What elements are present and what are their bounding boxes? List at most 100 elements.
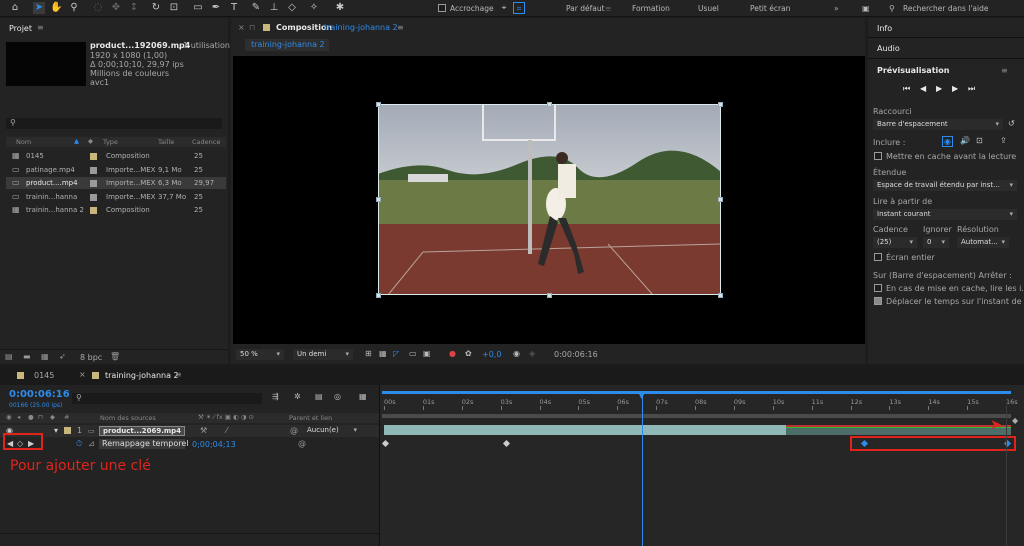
first-frame-icon[interactable]: ⏮	[903, 84, 910, 94]
panels-icon[interactable]: ▣	[862, 4, 870, 13]
workspace-usuel[interactable]: Usuel	[698, 4, 719, 13]
zoom-tool-icon[interactable]: ⚲	[68, 2, 80, 14]
comp-viewer[interactable]	[233, 56, 865, 344]
project-item[interactable]: ▦ trainin...hanna 2 Composition 25	[6, 204, 226, 216]
audio-tab[interactable]: Audio	[877, 44, 900, 53]
column-parent[interactable]: Parent et lien	[289, 414, 332, 422]
workspace-petit-ecran[interactable]: Petit écran	[750, 4, 790, 13]
workspace-more-icon[interactable]: »	[834, 4, 839, 13]
label-tag-icon[interactable]: ◆	[88, 137, 93, 145]
audio-include-icon[interactable]: 🔊	[960, 136, 970, 145]
project-panel-title[interactable]: Projet	[9, 24, 32, 33]
time-ruler[interactable]: 00s 01s 02s 03s 04s 05s 06s 07s 08s 09s 10s 11s 12s 1…	[380, 396, 1024, 410]
lire-dropdown[interactable]: Instant courant	[873, 209, 1017, 220]
transform-handle[interactable]	[718, 197, 723, 202]
snapshot-icon[interactable]: ◉	[513, 349, 520, 358]
timeline-graph[interactable]: 00s 01s 02s 03s 04s 05s 06s 07s 08s 09s 10s 11s 12s 1…	[380, 385, 1024, 546]
graph-icon[interactable]: ⊿	[88, 439, 95, 448]
column-type[interactable]: Type	[103, 138, 118, 146]
keyframe[interactable]	[502, 439, 511, 448]
previous-frame-icon[interactable]: ◀	[920, 84, 926, 93]
close-tab-icon[interactable]: ×	[238, 23, 245, 32]
project-item[interactable]: ▭ product....mp4 Importe...MEX 6,3 Mo 29,97	[6, 177, 226, 189]
project-item[interactable]: ▭ trainin...hanna Importe...MEX 37,7 Mo 25	[6, 191, 226, 203]
panel-menu-icon[interactable]: ≡	[1001, 66, 1008, 75]
sort-arrow-icon[interactable]: ▲	[74, 137, 79, 145]
workspace-formation[interactable]: Formation	[632, 4, 670, 13]
move-checkbox[interactable]	[874, 297, 882, 305]
playhead-handle-icon[interactable]: ▼	[638, 391, 645, 401]
transform-handle[interactable]	[547, 102, 552, 107]
close-tab-icon[interactable]: ×	[79, 370, 86, 379]
panel-menu-icon[interactable]: ≡	[37, 23, 44, 32]
brush-tool-icon[interactable]: ✎	[250, 2, 262, 14]
selection-tool-icon[interactable]: ➤	[33, 2, 45, 14]
export-icon[interactable]: ⇪	[1000, 136, 1007, 145]
orbit-tool-icon[interactable]: ◌	[92, 2, 104, 14]
transform-handle[interactable]	[718, 102, 723, 107]
eraser-tool-icon[interactable]: ◇	[286, 2, 298, 14]
pickwhip-icon[interactable]: @	[298, 439, 306, 448]
comp-breadcrumb[interactable]: training-johanna 2	[245, 39, 329, 51]
etendue-dropdown[interactable]: Espace de travail étendu par inst...	[873, 180, 1017, 191]
snap-icon[interactable]: ⌖	[498, 2, 510, 14]
transform-handle[interactable]	[376, 197, 381, 202]
comp-tab-menu-icon[interactable]: ≡	[397, 23, 404, 32]
motion-blur-icon[interactable]: ◎	[334, 392, 341, 401]
next-frame-icon[interactable]: ▶	[952, 84, 958, 93]
ecran-checkbox[interactable]	[874, 253, 882, 261]
stopwatch-icon[interactable]: ⏱	[76, 439, 82, 449]
column-size[interactable]: Taille	[158, 138, 174, 146]
workspace-par-defaut[interactable]: Par défaut	[566, 4, 605, 13]
transform-handle[interactable]	[376, 102, 381, 107]
trash-icon[interactable]: 🗑	[110, 352, 120, 361]
cadence-dropdown[interactable]: (25)	[873, 237, 917, 248]
type-tool-icon[interactable]: T	[228, 2, 240, 14]
transform-handle[interactable]	[547, 293, 552, 298]
draft-3d-icon[interactable]: ✲	[294, 392, 301, 401]
accrochage-checkbox[interactable]	[438, 4, 446, 12]
project-item[interactable]: ▭ patinage.mp4 Importe...MEX 9,1 Mo 25	[6, 164, 226, 176]
transform-handle[interactable]	[718, 293, 723, 298]
timeline-tab-training[interactable]: training-johanna 2	[105, 371, 179, 380]
zoom-dropdown[interactable]: 50 %	[236, 349, 284, 360]
column-rate[interactable]: Cadence	[192, 138, 220, 146]
overlay-include-icon[interactable]: ⊡	[976, 136, 983, 145]
timeline-search-input[interactable]: ⚲	[72, 393, 262, 404]
project-item[interactable]: ▦ 0145 Composition 25	[6, 150, 226, 162]
show-snapshot-icon[interactable]: ◈	[529, 349, 535, 358]
fast-preview-icon[interactable]: ⊞	[365, 349, 372, 358]
pan-tool-icon[interactable]: ✥	[110, 2, 122, 14]
transparency-grid-icon[interactable]: ▦	[379, 349, 387, 358]
comp-tab-name[interactable]: training-johanna 2	[324, 23, 398, 32]
cache2-checkbox[interactable]	[874, 284, 882, 292]
shy-switch-icon[interactable]: ⚒	[200, 426, 207, 435]
layer-bar[interactable]	[384, 425, 786, 435]
help-search-input[interactable]: Rechercher dans l'aide	[903, 4, 988, 13]
column-name[interactable]: Nom	[16, 138, 31, 146]
region-of-interest-icon[interactable]: ▭	[409, 349, 417, 358]
play-icon[interactable]: ▶	[936, 84, 942, 93]
layer-row[interactable]: ◉ ▾ 1 ▭ product...2069.mp4 ⚒ ⁄ @ Aucun(e…	[0, 425, 379, 437]
layer-name-box[interactable]: product...2069.mp4	[99, 426, 185, 436]
rotate-tool-icon[interactable]: ↻	[150, 2, 162, 14]
hand-tool-icon[interactable]: ✋	[50, 2, 62, 14]
reset-icon[interactable]: ↺	[1008, 119, 1015, 128]
lock-icon[interactable]: ⊓	[38, 413, 43, 421]
property-value[interactable]: 0;00;04;13	[192, 440, 236, 449]
guides-icon[interactable]: ▣	[423, 349, 431, 358]
bpc-label[interactable]: 8 bpc	[80, 353, 102, 362]
stamp-tool-icon[interactable]: ⊥	[268, 2, 280, 14]
pickwhip-icon[interactable]: @	[290, 426, 298, 435]
dolly-tool-icon[interactable]: ↕	[128, 2, 140, 14]
raccourci-dropdown[interactable]: Barre d'espacement	[873, 119, 1003, 130]
frame-blending-icon[interactable]: ▤	[315, 392, 323, 401]
solo-icon[interactable]: ●	[28, 413, 34, 421]
quality-switch-icon[interactable]: ⁄	[226, 426, 227, 435]
resolution-dropdown[interactable]: Un demi	[293, 349, 353, 360]
work-area-bar[interactable]	[382, 391, 1011, 394]
color-management-icon[interactable]: ✿	[465, 349, 472, 358]
timeline-tab-0145[interactable]: 0145	[34, 371, 54, 380]
parent-dropdown[interactable]: Aucun(e)	[303, 425, 361, 436]
lock-icon[interactable]: ⊓	[249, 23, 255, 32]
